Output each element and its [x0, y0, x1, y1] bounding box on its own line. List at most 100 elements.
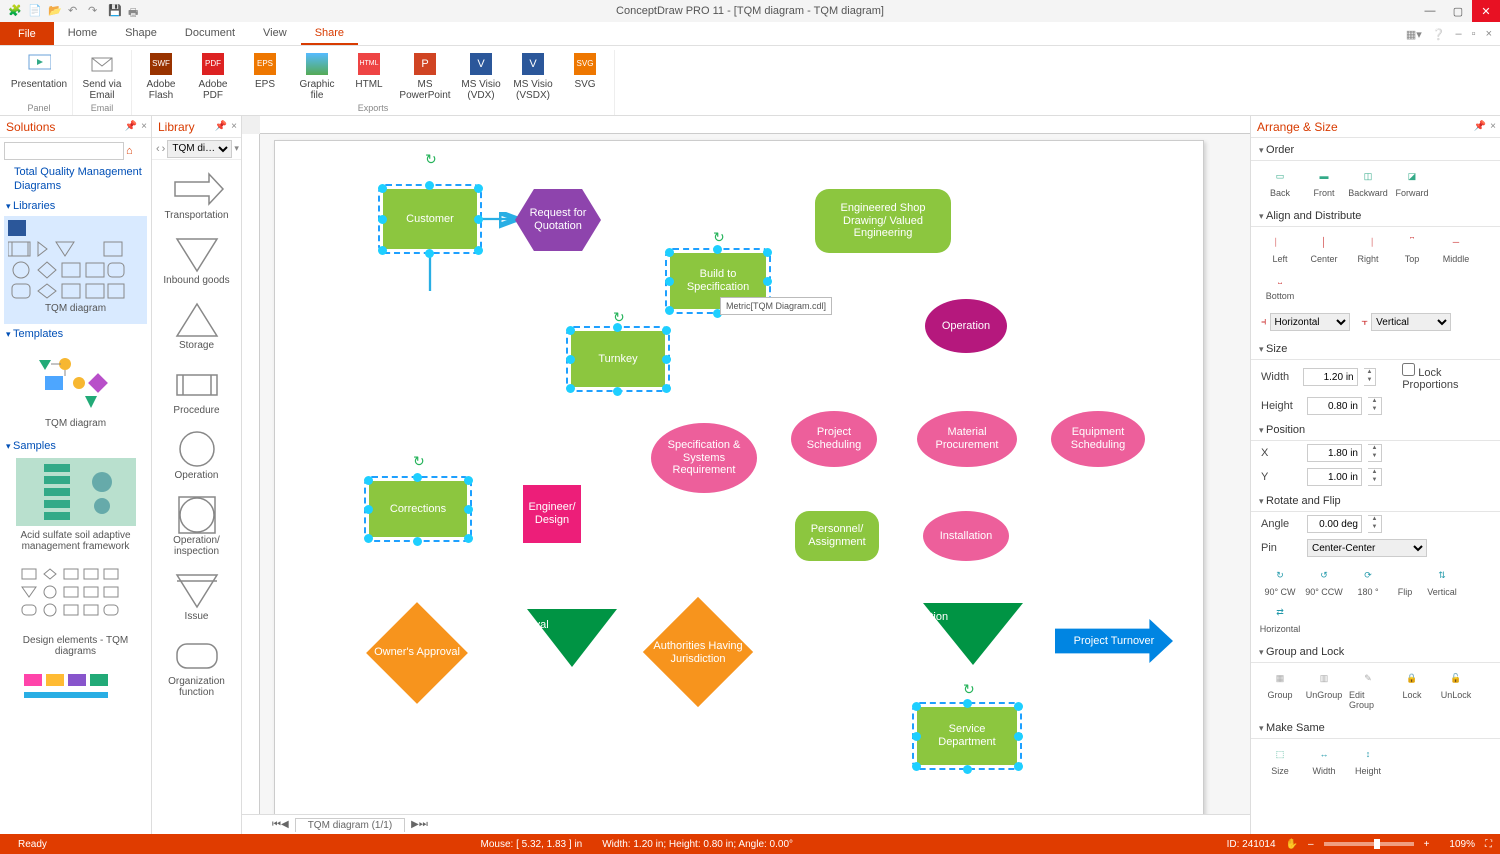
width-spinner[interactable]: ▲▼: [1364, 368, 1377, 386]
window-restore-icon[interactable]: ▫: [1472, 28, 1476, 40]
home-icon[interactable]: ⌂: [126, 145, 133, 157]
node-esd[interactable]: Engineered Shop Drawing/ Valued Engineer…: [815, 189, 951, 253]
zoom-out-button[interactable]: –: [1298, 839, 1324, 850]
export-html-button[interactable]: HTMLHTML: [344, 50, 394, 103]
redo-icon[interactable]: ↷: [88, 4, 102, 18]
node-proj[interactable]: Project Scheduling: [791, 411, 877, 467]
tab-home[interactable]: Home: [54, 22, 111, 45]
lock-button[interactable]: 🔒Lock: [1393, 669, 1431, 710]
export-eps-button[interactable]: EPSEPS: [240, 50, 290, 103]
group-section[interactable]: Group and Lock: [1251, 640, 1500, 663]
sample-thumbnail-1[interactable]: [16, 458, 136, 526]
edit-group-button[interactable]: ✎Edit Group: [1349, 669, 1387, 710]
sample-thumbnail-2[interactable]: [16, 563, 136, 631]
rotation-handle[interactable]: ↻: [425, 151, 437, 163]
last-page-icon[interactable]: ⏭: [419, 819, 428, 830]
distribute-vertical[interactable]: ⫟Vertical: [1362, 313, 1452, 331]
presentation-button[interactable]: Presentation: [10, 50, 68, 103]
height-input[interactable]: [1307, 397, 1362, 415]
ungroup-button[interactable]: ▥UnGroup: [1305, 669, 1343, 710]
node-mat[interactable]: Material Procurement: [917, 411, 1017, 467]
flip-vertical-button[interactable]: ⇅Vertical: [1423, 566, 1461, 597]
align-bottom-button[interactable]: ⎵Bottom: [1261, 270, 1299, 301]
align-top-button[interactable]: ⎴Top: [1393, 233, 1431, 264]
file-tab[interactable]: File: [0, 22, 54, 45]
canvas[interactable]: ↻ Customer Request for Quotation ↻ Build…: [260, 134, 1250, 814]
export-graphic-button[interactable]: Graphic file: [292, 50, 342, 103]
order-section[interactable]: Order: [1251, 138, 1500, 161]
prev-page-icon[interactable]: ◀: [281, 819, 289, 830]
page[interactable]: ↻ Customer Request for Quotation ↻ Build…: [274, 140, 1204, 814]
lib-org-function[interactable]: Organization function: [156, 630, 237, 706]
same-size-button[interactable]: ⬚Size: [1261, 745, 1299, 776]
node-operation[interactable]: Operation: [925, 299, 1007, 353]
close-panel-icon[interactable]: ×: [231, 121, 237, 132]
rotate-180-button[interactable]: ⟳180 °: [1349, 566, 1387, 597]
node-customer[interactable]: Customer: [383, 189, 477, 249]
pin-icon[interactable]: 📌: [125, 121, 137, 132]
fullscreen-icon[interactable]: ⛶: [1485, 839, 1492, 850]
rotation-handle[interactable]: ↻: [613, 309, 625, 321]
pin-icon[interactable]: 📌: [215, 121, 227, 132]
rotation-handle[interactable]: ↻: [413, 453, 425, 465]
same-height-button[interactable]: ↕Height: [1349, 745, 1387, 776]
panels-dropdown-icon[interactable]: ▦▾: [1406, 28, 1422, 41]
pin-select[interactable]: Center-Center: [1307, 539, 1427, 557]
rotation-handle[interactable]: ↻: [713, 229, 725, 241]
close-panel-icon[interactable]: ×: [1490, 121, 1496, 132]
next-icon[interactable]: ›: [162, 143, 166, 155]
node-rfq[interactable]: Request for Quotation: [515, 189, 601, 251]
width-input[interactable]: [1303, 368, 1358, 386]
first-page-icon[interactable]: ⏮: [272, 819, 281, 830]
bring-forward-button[interactable]: ◪Forward: [1393, 167, 1431, 198]
pin-icon[interactable]: 📌: [1474, 121, 1486, 132]
lib-storage[interactable]: Storage: [156, 294, 237, 359]
rotate-section[interactable]: Rotate and Flip: [1251, 489, 1500, 512]
node-service[interactable]: Service Department: [917, 707, 1017, 765]
close-button[interactable]: ✕: [1472, 0, 1500, 22]
angle-spinner[interactable]: ▲▼: [1368, 515, 1382, 533]
library-thumbnail[interactable]: [8, 238, 128, 300]
export-ppt-button[interactable]: PMS PowerPoint: [396, 50, 454, 103]
rotate-ccw-button[interactable]: ↺90° CCW: [1305, 566, 1343, 597]
size-section[interactable]: Size: [1251, 337, 1500, 360]
flip-horizontal-button[interactable]: ⇄Horizontal: [1261, 603, 1299, 634]
lib-transportation[interactable]: Transportation: [156, 164, 237, 229]
angle-input[interactable]: [1307, 515, 1362, 533]
maximize-button[interactable]: ▢: [1444, 0, 1472, 22]
align-center-button[interactable]: │Center: [1305, 233, 1343, 264]
tab-shape[interactable]: Shape: [111, 22, 171, 45]
zoom-in-button[interactable]: +: [1414, 839, 1440, 850]
solutions-search-input[interactable]: [4, 142, 124, 160]
libraries-section[interactable]: Libraries: [4, 196, 147, 214]
height-spinner[interactable]: ▲▼: [1368, 397, 1382, 415]
node-install[interactable]: Installation: [923, 511, 1009, 561]
save-icon[interactable]: 💾: [108, 4, 122, 18]
export-svg-button[interactable]: SVGSVG: [560, 50, 610, 103]
rotate-cw-button[interactable]: ↻90° CW: [1261, 566, 1299, 597]
align-middle-button[interactable]: ─Middle: [1437, 233, 1475, 264]
align-section[interactable]: Align and Distribute: [1251, 204, 1500, 227]
lib-inbound[interactable]: Inbound goods: [156, 229, 237, 294]
sheet-tab[interactable]: TQM diagram (1/1): [295, 818, 405, 832]
node-turnkey[interactable]: Turnkey: [571, 331, 665, 387]
align-right-button[interactable]: ⎹Right: [1349, 233, 1387, 264]
x-spinner[interactable]: ▲▼: [1368, 444, 1382, 462]
lib-menu-icon[interactable]: ▾: [234, 143, 239, 154]
lib-issue[interactable]: Issue: [156, 565, 237, 630]
tab-share[interactable]: Share: [301, 22, 358, 45]
next-page-icon[interactable]: ▶: [411, 819, 419, 830]
node-equip[interactable]: Equipment Scheduling: [1051, 411, 1145, 467]
node-personnel[interactable]: Personnel/ Assignment: [795, 511, 879, 561]
export-pdf-button[interactable]: PDFAdobe PDF: [188, 50, 238, 103]
solution-root-link[interactable]: Total Quality Management Diagrams: [4, 164, 147, 196]
zoom-slider[interactable]: [1324, 842, 1414, 846]
node-turnover[interactable]: Project Turnover: [1055, 619, 1173, 663]
sample-thumbnail-3[interactable]: [16, 668, 136, 714]
bring-front-button[interactable]: ▬Front: [1305, 167, 1343, 198]
group-button[interactable]: ▦Group: [1261, 669, 1299, 710]
node-corrections[interactable]: Corrections: [369, 481, 467, 537]
node-engineer[interactable]: Engineer/ Design: [523, 485, 581, 543]
lock-proportions-checkbox[interactable]: [1402, 363, 1415, 376]
save-lib-icon[interactable]: [8, 220, 26, 236]
